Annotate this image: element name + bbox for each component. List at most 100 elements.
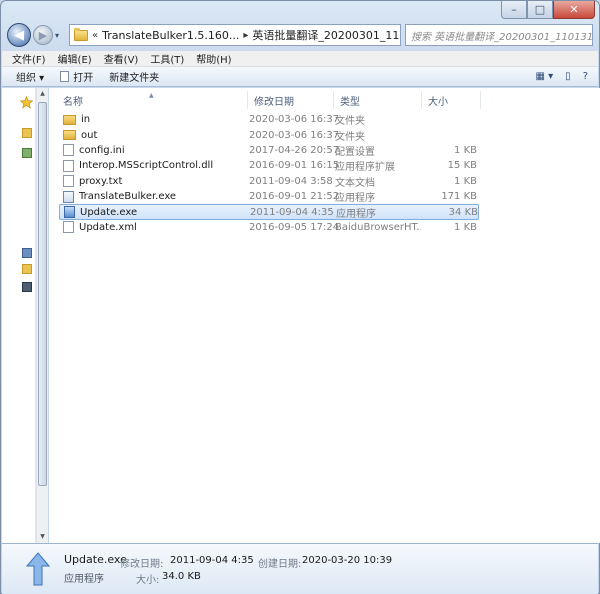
file-name-cell[interactable]: Update.exe: [60, 206, 250, 219]
file-type: 配置设置: [335, 146, 375, 158]
file-name-cell[interactable]: config.ini: [59, 144, 249, 157]
navigation-scrollbar[interactable]: ▲ ▼: [36, 88, 48, 543]
search-placeholder: 搜索 英语批量翻译_20200301_110131: [411, 31, 593, 43]
column-header-name[interactable]: 名称 ▲: [49, 91, 247, 109]
column-header-size[interactable]: 大小: [421, 91, 481, 109]
close-button[interactable]: ✕: [553, 1, 595, 19]
file-row[interactable]: Update.xml 2016-09-05 17:24 BaiduBrowserHT…: [59, 220, 479, 235]
file-date: 2016-09-01 16:15: [249, 160, 340, 172]
change-view-icon[interactable]: ▦ ▾: [536, 71, 554, 82]
file-row[interactable]: in 2020-03-06 16:37 文件夹: [59, 112, 479, 127]
file-row[interactable]: Interop.MSScriptControl.dll 2016-09-01 16…: [59, 158, 479, 173]
overflow-chevron-icon[interactable]: «: [92, 30, 98, 41]
file-date: 2011-09-04 3:58: [249, 175, 333, 187]
file-name: Update.xml: [79, 221, 137, 233]
navigation-bar: ◀ ▶ ▾ « TranslateBulker1.5.160... ▸ 英语批量…: [7, 21, 593, 49]
menu-tools[interactable]: 工具(T): [144, 51, 190, 66]
file-type: 应用程序: [335, 193, 375, 205]
menu-view[interactable]: 查看(V): [98, 51, 145, 66]
desktop-icon[interactable]: [22, 128, 32, 138]
file-row[interactable]: proxy.txt 2011-09-04 3:58 文本文档 1 KB: [59, 174, 479, 189]
file-type: BaiduBrowserHT...: [335, 221, 421, 233]
file-row[interactable]: Update.exe 2011-09-04 4:35 应用程序 34 KB: [59, 204, 479, 220]
forward-button[interactable]: ▶: [33, 25, 53, 45]
scroll-down-icon[interactable]: ▼: [37, 531, 48, 543]
recent-pages-dropdown[interactable]: ▾: [55, 31, 65, 40]
caption-buttons: – □ ✕: [501, 1, 595, 19]
menu-bar: 文件(F) 编辑(E) 查看(V) 工具(T) 帮助(H): [2, 51, 598, 67]
file-rows: in 2020-03-06 16:37 文件夹 out 2020-03-06 16:37…: [59, 112, 479, 235]
file-row[interactable]: config.ini 2017-04-26 20:57 配置设置 1 KB: [59, 143, 479, 158]
scroll-up-icon[interactable]: ▲: [37, 88, 48, 100]
menu-file[interactable]: 文件(F): [6, 51, 52, 66]
file-size: 171 KB: [441, 191, 477, 203]
file-name: Update.exe: [80, 206, 138, 218]
file-date: 2016-09-05 17:24: [249, 221, 340, 233]
file-name-cell[interactable]: Update.xml: [59, 221, 249, 234]
scrollbar-thumb[interactable]: [38, 102, 47, 486]
exe-file-icon: [63, 190, 74, 203]
network-icon[interactable]: [22, 282, 32, 292]
file-date: 2011-09-04 4:35: [250, 206, 334, 218]
open-button[interactable]: 打开: [60, 69, 93, 84]
dll-file-icon: [63, 159, 74, 172]
column-header-date[interactable]: 修改日期: [247, 91, 333, 109]
file-row[interactable]: out 2020-03-06 16:37 文件夹: [59, 127, 479, 143]
file-name-cell[interactable]: Interop.MSScriptControl.dll: [59, 159, 249, 172]
file-name: out: [81, 129, 98, 141]
menu-help[interactable]: 帮助(H): [190, 51, 237, 66]
minimize-button[interactable]: –: [501, 1, 527, 19]
file-name: proxy.txt: [79, 175, 123, 187]
details-file-type: 应用程序: [64, 574, 104, 585]
file-name: config.ini: [79, 144, 125, 156]
file-size: 1 KB: [454, 221, 477, 233]
computer-icon[interactable]: [22, 248, 32, 258]
txt-file-icon: [63, 175, 74, 188]
upd-file-icon: [64, 206, 75, 219]
file-name-cell[interactable]: TranslateBulker.exe: [59, 190, 249, 203]
sort-ascending-icon: ▲: [149, 92, 154, 99]
column-header-type[interactable]: 类型: [333, 91, 421, 109]
file-name-cell[interactable]: in: [59, 114, 249, 125]
details-modified-value: 2011-09-04 4:35: [170, 555, 254, 566]
file-size: 34 KB: [448, 206, 478, 218]
maximize-button[interactable]: □: [527, 1, 553, 19]
breadcrumb-parent[interactable]: TranslateBulker1.5.160...: [102, 29, 239, 42]
back-button[interactable]: ◀: [7, 23, 31, 47]
details-created-value: 2020-03-20 10:39: [302, 555, 393, 566]
breadcrumb-separator-icon[interactable]: ▸: [243, 30, 248, 41]
file-name: in: [81, 114, 91, 126]
file-name: TranslateBulker.exe: [79, 191, 177, 203]
command-bar: 组织 ▾ 打开 新建文件夹 ▦ ▾ ▯ ?: [2, 67, 598, 87]
menu-edit[interactable]: 编辑(E): [52, 51, 98, 66]
favorites-star-icon[interactable]: [20, 96, 33, 109]
folder-icon: [74, 27, 88, 41]
file-type: 文件夹: [335, 131, 365, 143]
breadcrumb-current[interactable]: 英语批量翻译_20200301_110131: [252, 27, 400, 43]
file-date: 2020-03-06 16:37: [249, 114, 340, 126]
help-icon[interactable]: ?: [583, 71, 588, 82]
file-name-cell[interactable]: out: [59, 130, 249, 141]
details-size-value: 34.0 KB: [162, 571, 201, 582]
file-type: 应用程序扩展: [335, 162, 395, 174]
file-list[interactable]: 名称 ▲ 修改日期 类型 大小 in 2020-03-06 16:37 文件夹 out…: [49, 88, 600, 543]
file-date: 2016-09-01 21:52: [249, 191, 340, 203]
folder-icon[interactable]: [22, 264, 32, 274]
search-input[interactable]: 搜索 英语批量翻译_20200301_110131 ⌕: [405, 24, 593, 46]
ini-file-icon: [63, 144, 74, 157]
file-row[interactable]: TranslateBulker.exe 2016-09-01 21:52 应用程序 1…: [59, 189, 479, 204]
navigation-pane[interactable]: [2, 88, 36, 543]
file-size: 1 KB: [454, 144, 477, 156]
address-bar[interactable]: « TranslateBulker1.5.160... ▸ 英语批量翻译_202…: [69, 24, 401, 46]
file-name: Interop.MSScriptControl.dll: [79, 160, 214, 172]
details-modified-label: 修改日期:: [120, 559, 164, 570]
preview-pane-icon[interactable]: ▯: [565, 71, 571, 82]
update-exe-large-icon: [26, 552, 50, 586]
open-icon: [60, 71, 70, 82]
new-folder-button[interactable]: 新建文件夹: [109, 69, 159, 84]
organize-button[interactable]: 组织 ▾: [16, 69, 44, 84]
downloads-icon[interactable]: [22, 148, 32, 158]
file-name-cell[interactable]: proxy.txt: [59, 175, 249, 188]
details-created-label: 创建日期:: [258, 559, 302, 570]
file-type: 文本文档: [335, 177, 375, 189]
